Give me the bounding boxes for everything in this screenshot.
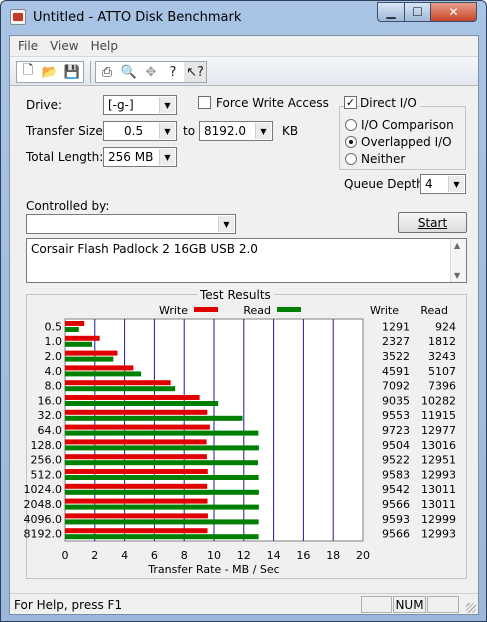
direct-io-label: Direct I/O	[360, 96, 420, 110]
results-title: Test Results	[197, 288, 274, 302]
minimize-icon: ▁	[386, 5, 396, 19]
menu-view[interactable]: View	[44, 36, 84, 56]
transfer-to-select[interactable]: 8192.0 ▼	[199, 121, 273, 141]
title-bar[interactable]: Untitled - ATTO Disk Benchmark ▁ ☐ ✕	[1, 1, 486, 35]
to-label: to	[183, 124, 196, 138]
print-icon[interactable]: ⎙	[96, 62, 118, 82]
drive-label: Drive:	[26, 98, 63, 112]
window-title: Untitled - ATTO Disk Benchmark	[33, 10, 242, 25]
description-scrollbar[interactable]: ▲ ▼	[450, 239, 466, 282]
menu-help[interactable]: Help	[85, 36, 124, 56]
app-icon[interactable]	[10, 9, 26, 25]
toolbar-file-group: 🗋 📂 💾	[16, 61, 84, 83]
start-button-label: Start	[417, 215, 448, 230]
description-text: Corsair Flash Padlock 2 16GB USB 2.0	[31, 242, 258, 256]
toolbar-tools-group: ⎙ 🔍 ✥ ? ↖?	[95, 61, 207, 83]
queue-depth-select[interactable]: 4 ▼	[420, 174, 466, 194]
close-icon: ✕	[448, 5, 459, 19]
app-window: Untitled - ATTO Disk Benchmark ▁ ☐ ✕ Fil…	[0, 0, 487, 622]
neither-radio[interactable]	[345, 153, 357, 165]
queue-depth-value: 4	[425, 177, 433, 191]
toolbar-separator	[90, 61, 91, 83]
menu-bar: File View Help	[10, 36, 478, 56]
force-write-checkbox[interactable]	[198, 96, 211, 109]
total-length-select[interactable]: 256 MB ▼	[103, 147, 177, 167]
resize-grip-icon[interactable]	[466, 603, 476, 613]
menu-file[interactable]: File	[12, 36, 44, 56]
io-comparison-radio[interactable]	[345, 119, 357, 131]
neither-label: Neither	[361, 152, 406, 166]
maximize-button[interactable]: ☐	[404, 2, 431, 22]
status-pane-num: NUM	[393, 596, 426, 613]
save-icon[interactable]: 💾	[61, 62, 83, 82]
context-help-icon[interactable]: ↖?	[184, 62, 206, 82]
toolbar: 🗋 📂 💾 ⎙ 🔍 ✥ ? ↖?	[10, 56, 478, 86]
scroll-up-icon[interactable]: ▲	[454, 241, 460, 250]
open-folder-icon[interactable]: 📂	[39, 62, 61, 82]
total-length-label: Total Length:	[26, 150, 104, 164]
drive-select[interactable]: [-g-] ▼	[103, 95, 177, 115]
close-button[interactable]: ✕	[430, 2, 477, 22]
transfer-from-value: 0.5	[124, 124, 144, 138]
direct-io-checkbox[interactable]: ✓	[344, 96, 357, 109]
transfer-to-value: 8192.0	[204, 124, 246, 138]
results-frame	[26, 294, 467, 579]
status-pane-caps	[361, 596, 392, 613]
drive-value: [-g-]	[108, 98, 134, 112]
client-area: File View Help 🗋 📂 💾 ⎙ 🔍 ✥ ? ↖? Drive: […	[9, 35, 479, 615]
scroll-down-icon[interactable]: ▼	[454, 271, 460, 280]
chevron-down-icon: ▼	[159, 97, 175, 113]
total-length-value: 256 MB	[108, 150, 154, 164]
transfer-size-label: Transfer Size:	[26, 124, 107, 138]
overlapped-io-radio[interactable]	[345, 136, 357, 148]
status-bar: For Help, press F1 NUM	[10, 593, 478, 615]
transfer-from-select[interactable]: 0.5 ▼	[103, 121, 177, 141]
minimize-button[interactable]: ▁	[377, 2, 405, 22]
controlled-by-select[interactable]: ▼	[26, 214, 236, 234]
kb-label: KB	[282, 124, 299, 138]
chevron-down-icon: ▼	[448, 176, 464, 192]
help-icon[interactable]: ?	[162, 62, 184, 82]
chevron-down-icon: ▼	[255, 123, 271, 139]
description-textarea[interactable]: Corsair Flash Padlock 2 16GB USB 2.0 ▲ ▼	[26, 238, 467, 283]
status-text: For Help, press F1	[14, 598, 123, 612]
force-write-label: Force Write Access	[216, 96, 329, 110]
chevron-down-icon: ▼	[218, 216, 234, 232]
status-pane-scroll	[427, 596, 459, 613]
overlapped-io-label: Overlapped I/O	[361, 135, 452, 149]
maximize-icon: ☐	[412, 5, 423, 19]
print-preview-icon[interactable]: 🔍	[118, 62, 140, 82]
move-icon[interactable]: ✥	[140, 62, 162, 82]
new-file-icon[interactable]: 🗋	[17, 62, 39, 82]
io-comparison-label: I/O Comparison	[361, 118, 454, 132]
chevron-down-icon: ▼	[159, 123, 175, 139]
controlled-by-label: Controlled by:	[26, 199, 110, 213]
start-button[interactable]: Start	[398, 212, 467, 233]
chevron-down-icon: ▼	[159, 149, 175, 165]
queue-depth-label: Queue Depth:	[344, 177, 428, 191]
